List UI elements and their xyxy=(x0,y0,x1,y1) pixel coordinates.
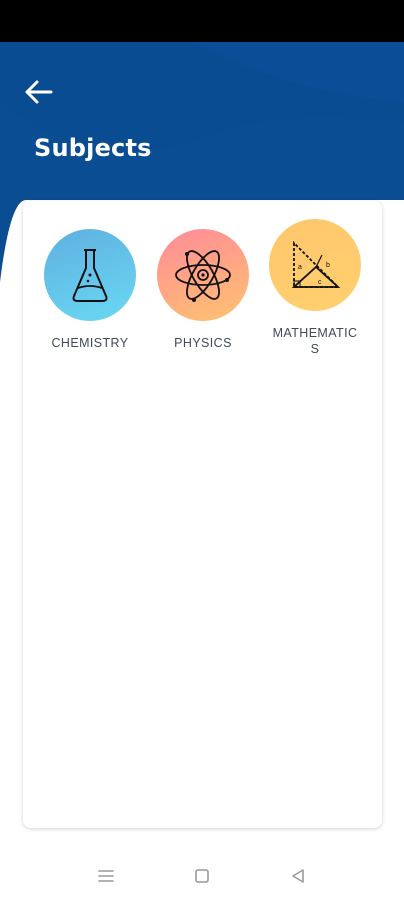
physics-icon-circle xyxy=(157,229,249,321)
system-navigation-bar xyxy=(0,848,404,900)
triangle-ruler-icon: a b c xyxy=(291,240,341,288)
subject-label: MATHEMATIC S xyxy=(272,326,358,356)
mathematics-icon-circle: a b c xyxy=(269,219,361,311)
arrow-left-icon xyxy=(25,80,53,104)
svg-text:b: b xyxy=(326,262,330,269)
svg-text:c: c xyxy=(318,279,322,286)
subject-physics[interactable]: PHYSICS xyxy=(148,229,258,351)
menu-icon[interactable] xyxy=(94,866,118,886)
chemistry-icon-circle xyxy=(44,229,136,321)
svg-text:a: a xyxy=(298,264,302,271)
page-title: Subjects xyxy=(34,134,152,162)
subject-mathematics[interactable]: a b c MATHEMATIC S xyxy=(260,219,370,357)
atom-icon xyxy=(175,250,231,302)
home-square-icon[interactable] xyxy=(190,866,214,886)
subject-label: PHYSICS xyxy=(174,336,232,350)
subjects-card: CHEMISTRY PHYSICS a b c MATHEMATIC S xyxy=(23,201,382,828)
back-triangle-icon[interactable] xyxy=(286,866,310,886)
back-button[interactable] xyxy=(18,72,58,112)
flask-icon xyxy=(72,249,108,302)
subject-label: CHEMISTRY xyxy=(51,336,129,350)
subject-chemistry[interactable]: CHEMISTRY xyxy=(35,229,145,351)
status-bar xyxy=(0,0,404,42)
